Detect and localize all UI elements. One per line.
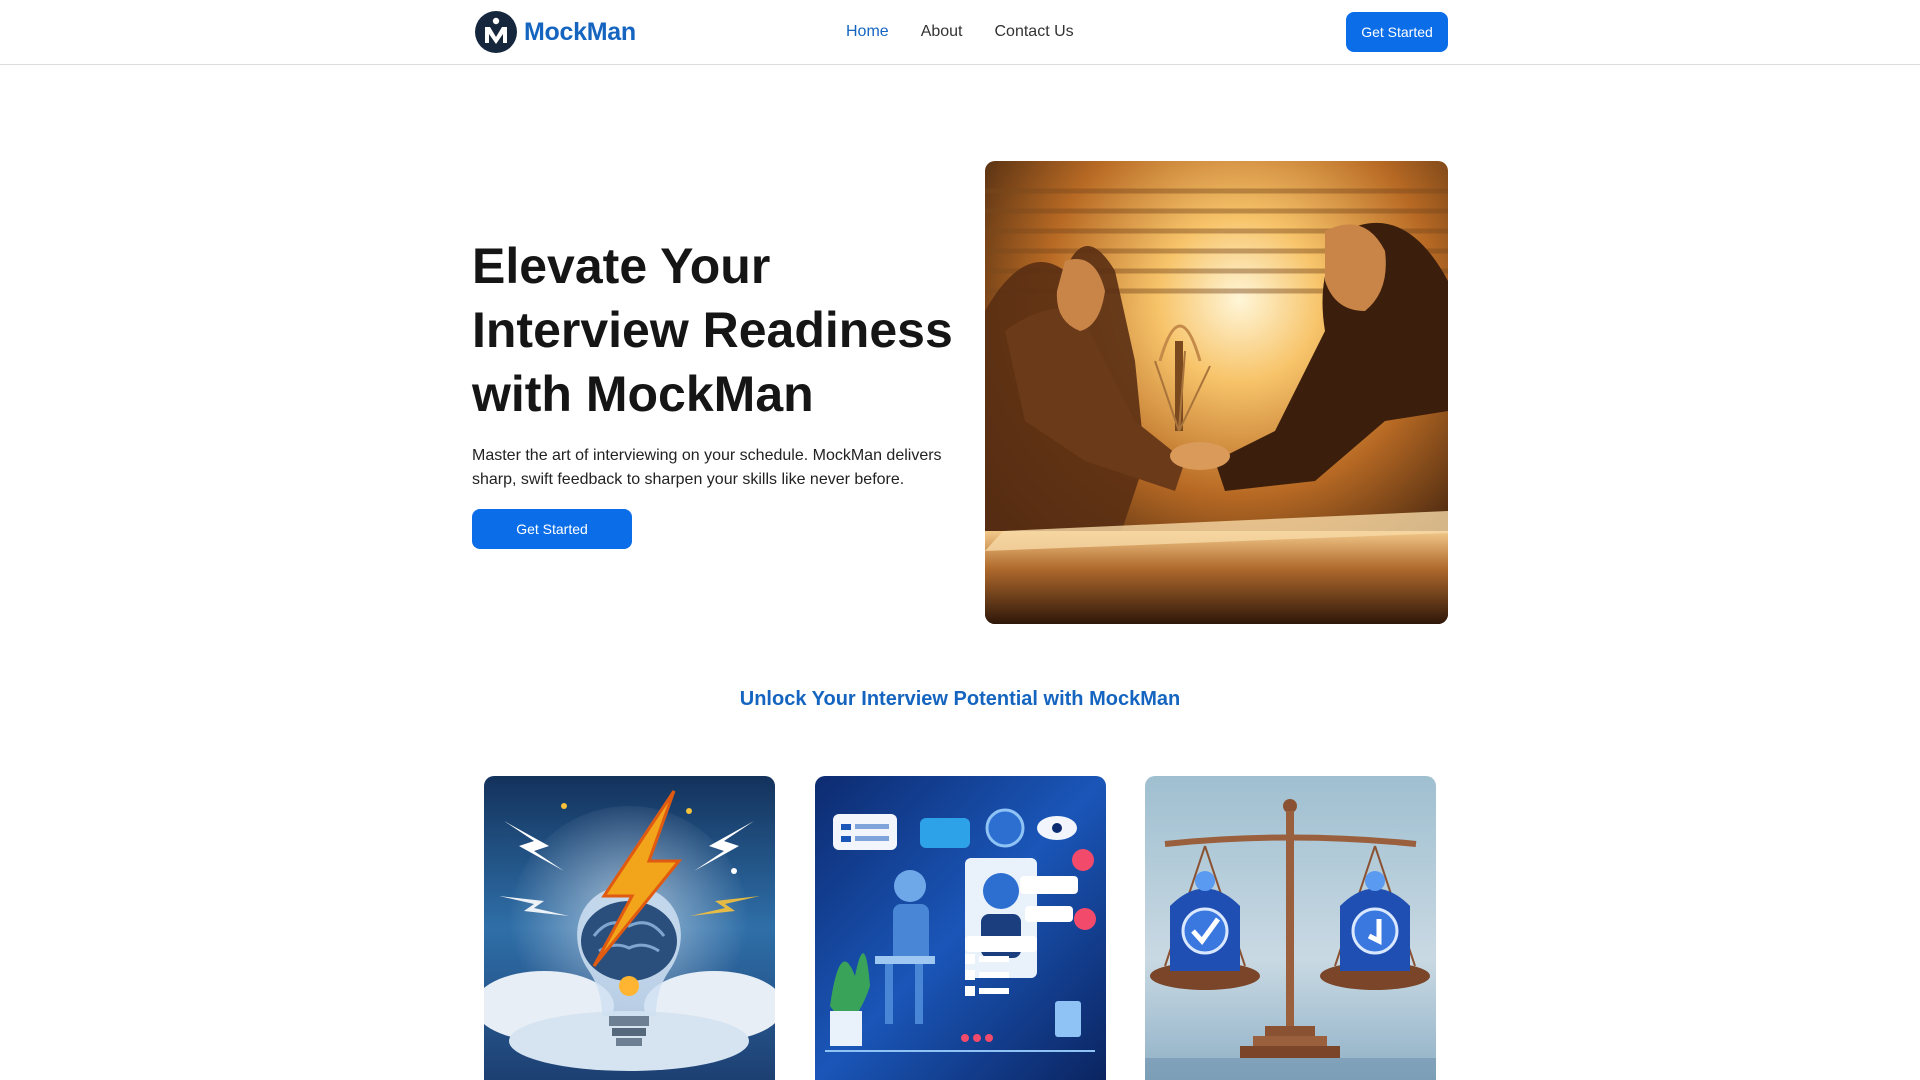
features-title: Unlock Your Interview Potential with Moc… <box>739 688 1181 710</box>
nav-link-about[interactable]: About <box>921 20 963 44</box>
mockman-logo-icon <box>475 11 517 53</box>
hero-get-started-button[interactable]: Get Started <box>472 509 632 549</box>
main-nav: Home About Contact Us <box>846 20 1074 44</box>
brand-link[interactable]: MockMan <box>474 10 636 54</box>
brand-name: MockMan <box>524 17 636 46</box>
justice-scale-image <box>1145 776 1436 1080</box>
hero-title: Elevate Your Interview Readiness with Mo… <box>472 238 953 422</box>
interview-handshake-image <box>985 161 1448 624</box>
lightbulb-brain-lightning-image <box>484 776 775 1080</box>
nav-get-started-button[interactable]: Get Started <box>1346 12 1448 52</box>
ai-robot-interview-image <box>815 776 1106 1080</box>
nav-link-contact-us[interactable]: Contact Us <box>995 20 1074 44</box>
nav-link-home[interactable]: Home <box>846 20 889 44</box>
top-navbar: MockMan Home About Contact Us Get Starte… <box>0 0 1920 65</box>
hero-subtitle: Master the art of interviewing on your s… <box>472 447 942 488</box>
